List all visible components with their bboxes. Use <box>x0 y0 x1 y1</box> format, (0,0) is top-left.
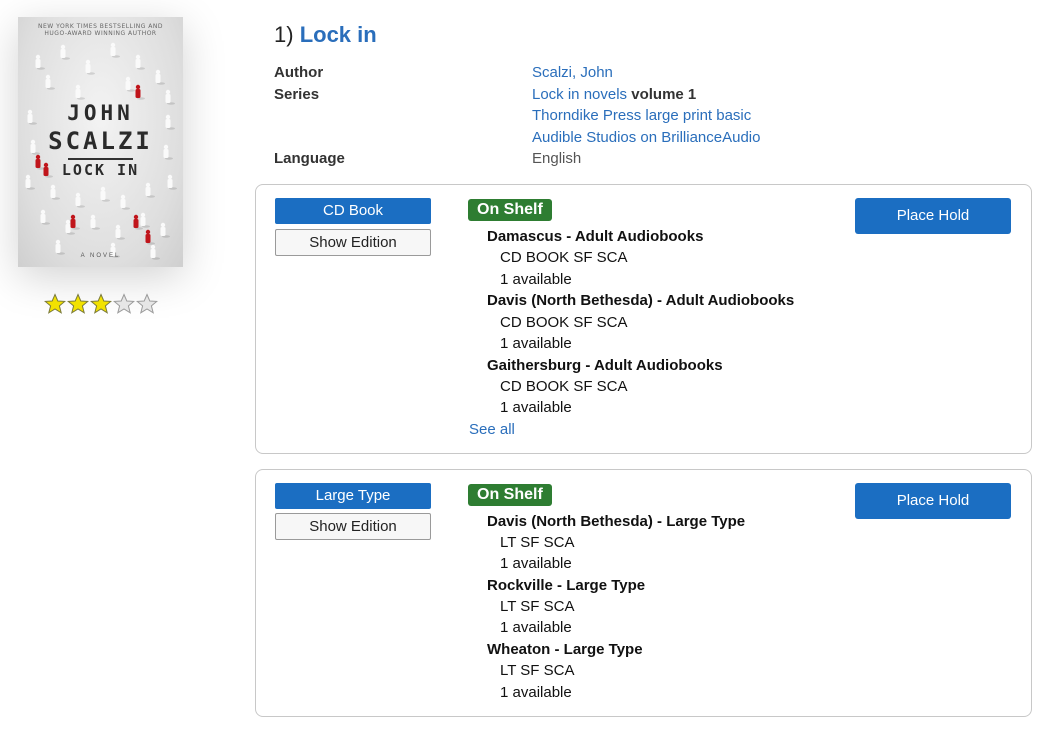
series-link[interactable]: Lock in novels <box>532 86 627 103</box>
status-badge: On Shelf <box>468 199 552 221</box>
format-button-large-type[interactable]: Large Type <box>275 483 431 509</box>
star-empty-icon <box>136 293 158 314</box>
book-cover-art: NEW YORK TIMES BESTSELLING AND HUGO-AWAR… <box>18 17 183 267</box>
cover-subtitle: A NOVEL <box>80 253 121 259</box>
holding-branch: Davis (North Bethesda) - Adult Audiobook… <box>487 292 795 309</box>
status-badge: On Shelf <box>468 484 552 506</box>
cover-figure <box>125 76 135 92</box>
language-label: Language <box>274 150 345 167</box>
cover-author-first: JOHN <box>67 101 134 125</box>
cover-figure <box>155 69 165 85</box>
star-filled-icon <box>90 293 112 314</box>
series-link-thorndike[interactable]: Thorndike Press large print basic <box>532 107 751 124</box>
holding-availability: 1 available <box>500 399 572 416</box>
series-link-audible[interactable]: Audible Studios on BrillianceAudio <box>532 129 760 146</box>
holding-availability: 1 available <box>500 619 572 636</box>
holding-availability: 1 available <box>500 271 572 288</box>
cover-figure <box>135 54 145 70</box>
place-hold-button[interactable]: Place Hold <box>855 483 1011 519</box>
holding-branch: Davis (North Bethesda) - Large Type <box>487 513 746 530</box>
cover-figure <box>75 192 85 208</box>
show-edition-button[interactable]: Show Edition <box>275 229 431 256</box>
holding-branch: Wheaton - Large Type <box>487 641 643 658</box>
title-link[interactable]: Lock in <box>300 22 377 47</box>
author-link[interactable]: Scalzi, John <box>532 64 613 81</box>
series-label: Series <box>274 86 320 103</box>
star-empty-icon <box>113 293 135 314</box>
holding-call-number: LT SF SCA <box>500 662 575 679</box>
star-filled-icon <box>67 293 89 314</box>
cover-figure <box>60 44 70 60</box>
cover-figure <box>100 186 110 202</box>
result-title-row: 1) Lock in <box>274 22 377 48</box>
holding-call-number: LT SF SCA <box>500 598 575 615</box>
holding-branch: Gaithersburg - Adult Audiobooks <box>487 357 723 374</box>
cover-figure <box>115 224 125 240</box>
format-button-cd-book[interactable]: CD Book <box>275 198 431 224</box>
cover-figure-red <box>145 229 155 245</box>
cover-figure <box>35 54 45 70</box>
holding-availability: 1 available <box>500 555 572 572</box>
star-filled-icon <box>44 293 66 314</box>
cover-figure <box>40 209 50 225</box>
cover-figure <box>45 74 55 90</box>
cover-author: JOHN SCALZI <box>18 99 183 155</box>
holding-call-number: CD BOOK SF SCA <box>500 378 628 395</box>
format-card-cd-book: CD Book Show Edition On Shelf Place Hold… <box>255 184 1032 454</box>
result-number: 1) <box>274 22 294 47</box>
cover-figure <box>145 182 155 198</box>
cover-figure-red <box>70 214 80 230</box>
holding-call-number: CD BOOK SF SCA <box>500 314 628 331</box>
holding-availability: 1 available <box>500 335 572 352</box>
cover-figure <box>75 84 85 100</box>
holding-call-number: CD BOOK SF SCA <box>500 249 628 266</box>
series-row: Lock in novels volume 1 <box>532 86 696 103</box>
holding-availability: 1 available <box>500 684 572 701</box>
cover-figure <box>90 214 100 230</box>
cover-figure <box>120 194 130 210</box>
series-volume: volume 1 <box>631 86 697 103</box>
cover-figure <box>50 184 60 200</box>
holding-branch: Rockville - Large Type <box>487 577 646 594</box>
cover-rule <box>68 158 133 160</box>
cover-figure-red <box>135 84 145 100</box>
cover-figure <box>160 222 170 238</box>
language-value: English <box>532 150 582 167</box>
book-cover[interactable]: NEW YORK TIMES BESTSELLING AND HUGO-AWAR… <box>18 17 183 267</box>
holding-branch: Damascus - Adult Audiobooks <box>487 228 704 245</box>
cover-figure <box>110 42 120 58</box>
cover-figure <box>140 212 150 228</box>
see-all-link[interactable]: See all <box>469 421 515 438</box>
format-card-large-type: Large Type Show Edition On Shelf Place H… <box>255 469 1032 717</box>
show-edition-button[interactable]: Show Edition <box>275 513 431 540</box>
cover-figure <box>85 59 95 75</box>
author-label: Author <box>274 64 324 81</box>
holding-call-number: LT SF SCA <box>500 534 575 551</box>
star-rating <box>44 293 158 315</box>
cover-author-last: SCALZI <box>48 127 153 155</box>
place-hold-button[interactable]: Place Hold <box>855 198 1011 234</box>
cover-title: LOCK IN <box>61 161 140 179</box>
